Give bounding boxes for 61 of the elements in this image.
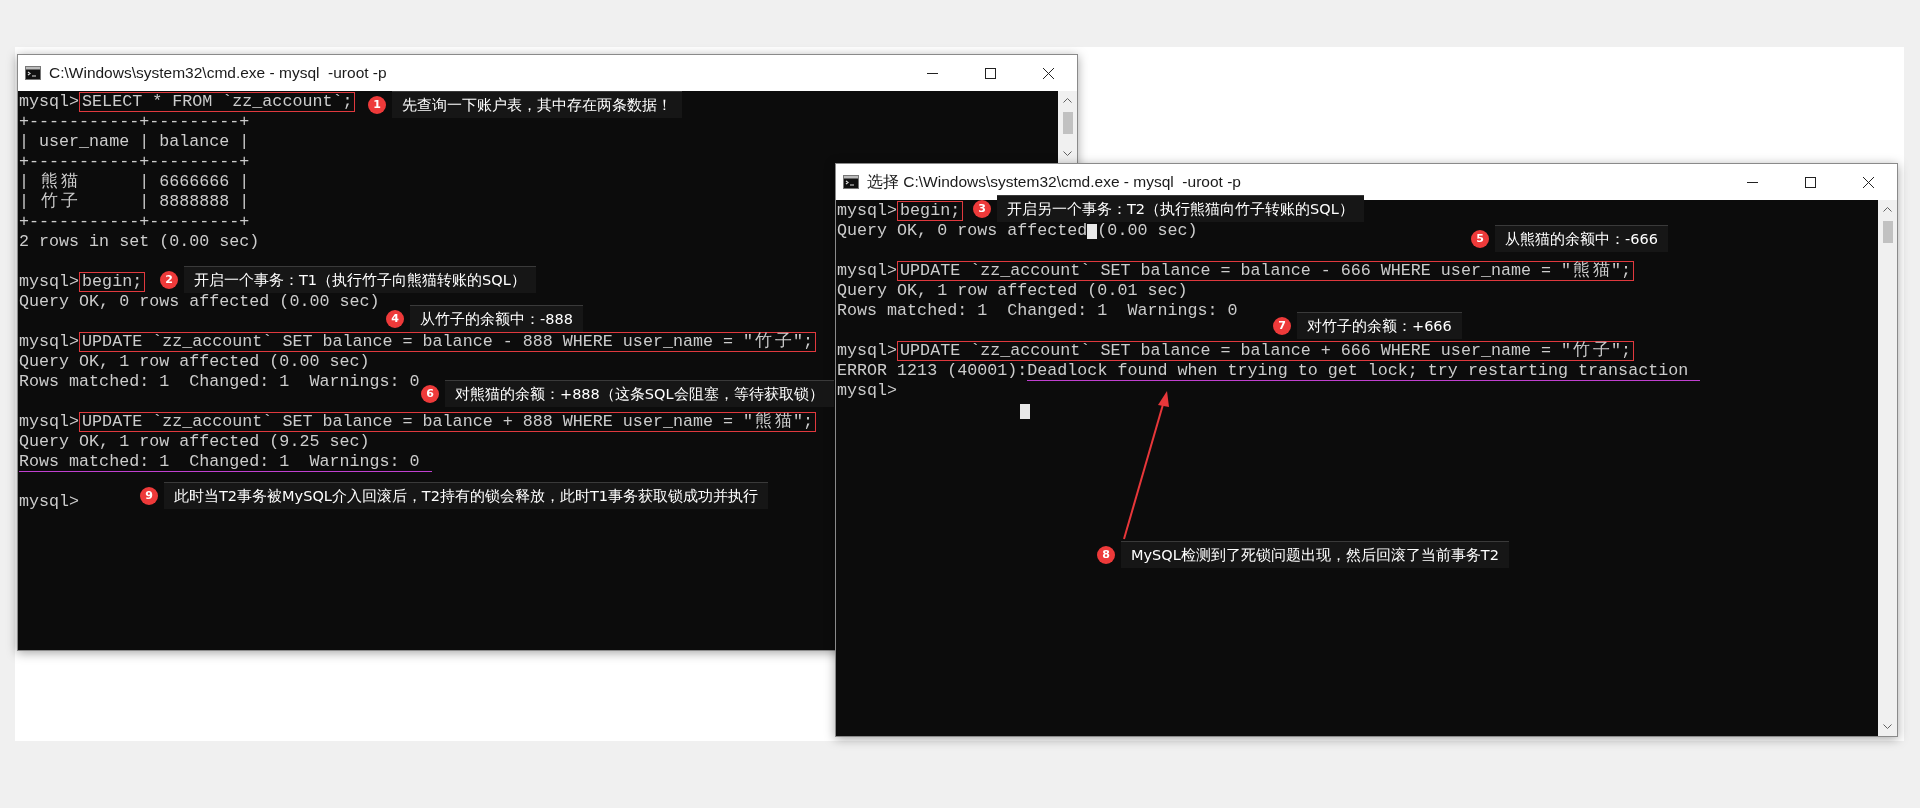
- close-icon: [1042, 67, 1054, 79]
- highlighted-command: begin;: [897, 201, 964, 221]
- highlighted-command: UPDATE `zz_account` SET balance = balance - 666 WHERE user_name = "熊猫";: [897, 261, 1635, 281]
- scrollbar-thumb[interactable]: [1882, 221, 1893, 243]
- scrollbar[interactable]: [1058, 91, 1077, 163]
- annotation-label: 开启另一个事务：T2（执行熊猫向竹子转账的SQL）: [997, 195, 1364, 222]
- terminal-text: | 竹子 | 8888888 |: [19, 193, 250, 211]
- annotation-label: 先查询一下账户表，其中存在两条数据！: [392, 91, 682, 118]
- terminal-icon: [843, 175, 859, 189]
- highlighted-command: UPDATE `zz_account` SET balance = balance + 666 WHERE user_name = "竹子";: [897, 341, 1635, 361]
- command-prompt: mysql>: [837, 382, 898, 400]
- highlighted-command: UPDATE `zz_account` SET balance = balance + 888 WHERE user_name = "熊猫";: [79, 412, 817, 432]
- command-prompt: mysql>: [19, 493, 80, 511]
- terminal-text: +-----------+---------+: [19, 153, 250, 171]
- terminal-text: | 熊猫 | 6666666 |: [19, 173, 250, 191]
- highlighted-command: SELECT * FROM `zz_account`;: [79, 92, 356, 112]
- command-prompt: mysql>: [19, 93, 80, 111]
- up-chevron-icon[interactable]: [1063, 98, 1072, 103]
- terminal-text: Query OK, 1 row affected (9.25 sec): [19, 433, 370, 451]
- window-title: C:\Windows\system32\cmd.exe - mysql -uroot -p: [49, 64, 388, 82]
- window-title: 选择 C:\Windows\system32\cmd.exe - mysql -uroot -p: [867, 171, 1242, 192]
- terminal-text: Query OK, 1 row affected (0.01 sec): [837, 282, 1188, 300]
- text-cursor: [1020, 403, 1030, 419]
- highlighted-command: UPDATE `zz_account` SET balance = balance - 888 WHERE user_name = "竹子";: [79, 332, 817, 352]
- terminal-text: Query OK, 1 row affected (0.00 sec): [19, 353, 370, 371]
- annotation-label: MySQL检测到了死锁问题出现，然后回滚了当前事务T2: [1121, 541, 1509, 568]
- up-chevron-icon[interactable]: [1883, 207, 1892, 212]
- terminal-icon: [25, 66, 41, 80]
- down-chevron-icon[interactable]: [1063, 151, 1072, 156]
- terminal-text: Rows matched: 1 Changed: 1 Warnings: 0: [19, 373, 420, 391]
- terminal-text: ERROR 1213 (40001):: [837, 362, 1028, 380]
- annotation-label: 对竹子的余额：+666: [1297, 312, 1462, 339]
- terminal-text: +-----------+---------+: [19, 213, 250, 231]
- annotation-label: 从竹子的余额中：-888: [410, 305, 583, 332]
- command-prompt: mysql>: [19, 333, 80, 351]
- terminal-text: | user_name | balance |: [19, 133, 250, 151]
- annotation-label: 此时当T2事务被MySQL介入回滚后，T2持有的锁会释放，此时T1事务获取锁成功并执行: [164, 482, 769, 509]
- command-prompt: mysql>: [837, 342, 898, 360]
- maximize-icon: [1804, 176, 1816, 188]
- close-icon: [1862, 176, 1874, 188]
- down-chevron-icon[interactable]: [1883, 724, 1892, 729]
- underlined-text: Deadlock found when trying to get lock; try restarting transaction: [1027, 361, 1701, 381]
- annotation-label: 从熊猫的余额中：-666: [1495, 225, 1668, 252]
- terminal-text: (0.00 sec): [1097, 222, 1198, 240]
- terminal-text: 2 rows in set (0.00 sec): [19, 233, 260, 251]
- text-cursor: [1087, 223, 1098, 239]
- command-prompt: mysql>: [837, 202, 898, 220]
- terminal-text: Query OK, 0 rows affected (0.00 sec): [19, 293, 380, 311]
- annotation-label: 开启一个事务：T1（执行竹子向熊猫转账的SQL）: [184, 266, 536, 293]
- terminal-text: +-----------+---------+: [19, 113, 250, 131]
- underlined-text: Rows matched: 1 Changed: 1 Warnings: 0: [19, 452, 432, 472]
- command-prompt: mysql>: [19, 273, 80, 291]
- terminal-text: Rows matched: 1 Changed: 1 Warnings: 0: [837, 302, 1238, 320]
- maximize-icon: [984, 67, 996, 79]
- command-prompt: mysql>: [837, 262, 898, 280]
- highlighted-command: begin;: [79, 272, 146, 292]
- command-prompt: mysql>: [19, 413, 80, 431]
- annotation-label: 对熊猫的余额：+888（这条SQL会阻塞，等待获取锁）: [445, 380, 834, 407]
- scrollbar-thumb[interactable]: [1062, 112, 1073, 134]
- scrollbar[interactable]: [1878, 200, 1897, 736]
- terminal-text: Query OK, 0 rows affected: [837, 222, 1088, 240]
